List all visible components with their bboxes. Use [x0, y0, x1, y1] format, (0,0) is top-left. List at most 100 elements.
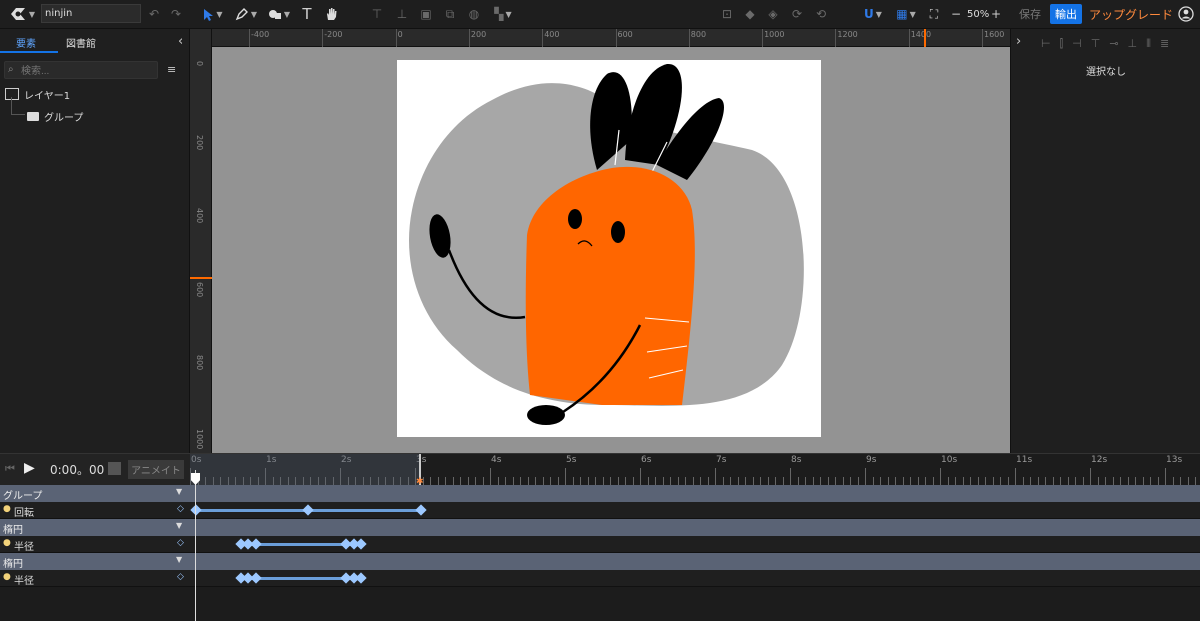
- keyframe[interactable]: [415, 504, 427, 516]
- chevron-down-icon[interactable]: ▼: [176, 487, 182, 496]
- zoom-in-button[interactable]: +: [990, 4, 1002, 24]
- boolean-subtract-button[interactable]: ◈: [766, 4, 780, 24]
- file-name-input[interactable]: [41, 4, 141, 23]
- chevron-down-icon[interactable]: ▼: [176, 521, 182, 530]
- hand-tool-button[interactable]: [322, 4, 340, 24]
- track-property-row[interactable]: ● 半径 ◇: [0, 570, 1200, 587]
- save-button[interactable]: 保存: [1014, 4, 1046, 24]
- track-group-header[interactable]: 楕円 ▼: [0, 553, 1200, 570]
- upgrade-link[interactable]: アップグレード: [1089, 4, 1173, 24]
- undo-button[interactable]: ↶: [146, 4, 162, 24]
- zoom-out-button[interactable]: −: [950, 4, 962, 24]
- timeline-tick: [1000, 477, 1001, 485]
- keyframe-toggle-icon[interactable]: ◇: [177, 572, 184, 582]
- align-v-center-icon[interactable]: ⊸: [1109, 37, 1118, 51]
- lightbulb-icon[interactable]: ●: [3, 572, 11, 582]
- track-group-header[interactable]: 楕円 ▼: [0, 519, 1200, 536]
- arrange-button[interactable]: ▚ ▼: [490, 4, 516, 24]
- align-h-center-icon[interactable]: ⫿: [1060, 37, 1064, 51]
- easing-button[interactable]: [108, 462, 121, 475]
- snap-button[interactable]: U ▼: [860, 4, 886, 24]
- group-layer-item[interactable]: グループ: [0, 106, 190, 126]
- animate-button[interactable]: アニメイト: [128, 460, 184, 479]
- timeline-tick: [790, 468, 791, 485]
- ruler-label: 800: [195, 355, 204, 371]
- keyframe-toggle-icon[interactable]: ◇: [177, 538, 184, 548]
- distribute-h-icon[interactable]: ⦀: [1146, 37, 1151, 51]
- timeline-tick: [715, 468, 716, 485]
- track-group-label: グループ: [3, 491, 43, 502]
- account-button[interactable]: [1176, 4, 1196, 24]
- align-right-icon[interactable]: ⊣: [1072, 37, 1082, 51]
- timeline-tick: [632, 477, 634, 485]
- shape-tool-button[interactable]: ▼: [266, 4, 292, 24]
- track-group-header[interactable]: グループ ▼: [0, 485, 1200, 502]
- align-top-icon[interactable]: ⊤: [1091, 37, 1101, 51]
- tab-library[interactable]: 図書館: [66, 35, 96, 50]
- timeline-tick: [1120, 477, 1121, 485]
- timeline-tick: [542, 477, 544, 485]
- skip-start-button[interactable]: ⏮: [5, 462, 15, 476]
- align-left-icon[interactable]: ⊢: [1041, 37, 1051, 51]
- shapes-icon: [268, 10, 281, 19]
- lightbulb-icon[interactable]: ●: [3, 538, 11, 548]
- boolean-subtract-icon: ◈: [768, 7, 778, 21]
- redo-button[interactable]: ↷: [168, 4, 184, 24]
- keyframe[interactable]: [355, 538, 367, 550]
- timeline-tick: [1142, 477, 1144, 485]
- app-menu-button[interactable]: ▼: [6, 4, 38, 24]
- folder-icon: [27, 111, 39, 121]
- ruler-label: 200: [195, 134, 204, 150]
- timeline-tick: [932, 477, 934, 485]
- fit-screen-button[interactable]: ⛶: [926, 4, 942, 24]
- align-middle-button[interactable]: ⊥: [395, 4, 409, 24]
- track-property-row[interactable]: ● 回転 ◇: [0, 502, 1200, 519]
- tab-elements[interactable]: 要素: [16, 35, 36, 50]
- timeline-tick: [1150, 477, 1151, 485]
- fit-frame-button[interactable]: ⊡: [720, 4, 734, 24]
- timeline-tick: [460, 477, 461, 485]
- distribute-v-icon[interactable]: ≣: [1160, 37, 1169, 51]
- track-property-row[interactable]: ● 半径 ◇: [0, 536, 1200, 553]
- collapse-right-panel-button[interactable]: ›: [1016, 34, 1021, 49]
- pen-tool-button[interactable]: ▼: [233, 4, 259, 24]
- chevron-right-icon: ›: [1016, 34, 1022, 49]
- skip-start-icon: ⏮: [5, 462, 15, 475]
- group-button[interactable]: ▣: [419, 4, 433, 24]
- grid-button[interactable]: ▦ ▼: [893, 4, 919, 24]
- select-tool-button[interactable]: ▼: [202, 4, 224, 24]
- artboard[interactable]: [397, 60, 821, 437]
- mask-button[interactable]: ◍: [467, 4, 481, 24]
- keyframe[interactable]: [190, 504, 202, 516]
- keyframe[interactable]: [250, 572, 262, 584]
- timeline-tick: [850, 477, 851, 485]
- boolean-union-button[interactable]: ◆: [743, 4, 757, 24]
- layer-item[interactable]: レイヤー1: [0, 84, 190, 104]
- timeline-tick: [452, 477, 454, 485]
- timeline-tick: [595, 477, 596, 485]
- rotate-neg-90-button[interactable]: ⟲: [814, 4, 828, 24]
- timeline-tick: [1015, 468, 1016, 485]
- timeline-tick: [1045, 477, 1046, 485]
- elements-panel: 要素 図書館 ‹ ⌕ ≡ レイヤー1 グループ: [0, 29, 190, 453]
- play-button[interactable]: ▶: [24, 460, 35, 476]
- align-bottom-icon[interactable]: ⊥: [1128, 37, 1138, 51]
- ruler-tick: [835, 29, 837, 47]
- align-top-button[interactable]: ⊤: [370, 4, 384, 24]
- ruler-label: 800: [690, 30, 707, 39]
- export-button[interactable]: 輸出: [1050, 4, 1082, 24]
- lightbulb-icon[interactable]: ●: [3, 504, 11, 514]
- layer-options-button[interactable]: ≡: [167, 63, 176, 76]
- ungroup-button[interactable]: ⧉: [443, 4, 457, 24]
- play-icon: ▶: [24, 460, 35, 476]
- collapse-left-panel-button[interactable]: ‹: [178, 34, 183, 49]
- keyframe[interactable]: [250, 538, 262, 550]
- keyframe[interactable]: [355, 572, 367, 584]
- search-input[interactable]: [4, 61, 158, 79]
- keyframe[interactable]: [302, 504, 314, 516]
- text-tool-button[interactable]: T: [299, 4, 315, 24]
- chevron-down-icon[interactable]: ▼: [176, 555, 182, 564]
- ruler-tick: [249, 29, 250, 47]
- rotate-90-button[interactable]: ⟳: [790, 4, 804, 24]
- keyframe-toggle-icon[interactable]: ◇: [177, 504, 184, 514]
